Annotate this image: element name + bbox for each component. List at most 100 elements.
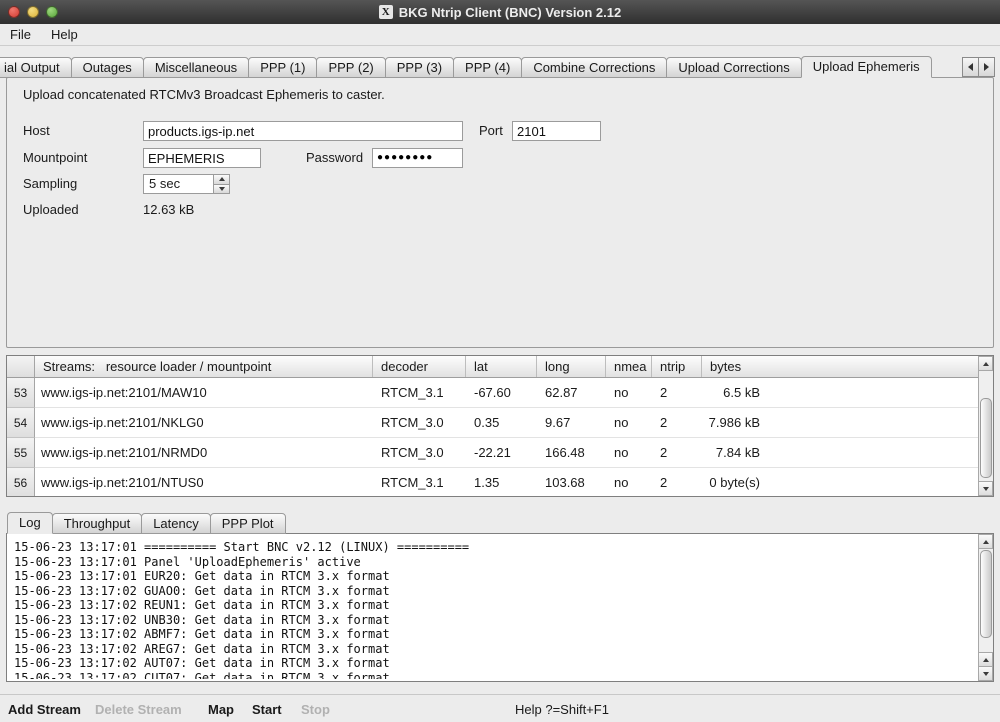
- cell-long: 62.87: [537, 378, 606, 407]
- tab-serial-output[interactable]: ial Output: [0, 57, 72, 78]
- start-button[interactable]: Start: [252, 702, 282, 717]
- chevron-right-icon: [984, 63, 989, 71]
- host-label: Host: [23, 121, 50, 141]
- header-decoder[interactable]: decoder: [373, 356, 466, 377]
- cell-mountpoint: www.igs-ip.net:2101/NRMD0: [35, 438, 373, 467]
- streams-table-inner: Streams: resource loader / mountpoint de…: [7, 356, 978, 496]
- scroll-down-button[interactable]: [979, 666, 993, 681]
- log-scrollbar[interactable]: [978, 534, 993, 681]
- menu-help[interactable]: Help: [41, 24, 88, 45]
- header-long[interactable]: long: [537, 356, 606, 377]
- log-line: 15-06-23 13:17:02 GUAO0: Get data in RTC…: [14, 584, 975, 599]
- upload-ephemeris-panel: Upload concatenated RTCMv3 Broadcast Eph…: [6, 77, 994, 348]
- cell-long: 9.67: [537, 408, 606, 437]
- tab-ppp-3[interactable]: PPP (3): [385, 57, 454, 78]
- log-line: 15-06-23 13:17:01 ========== Start BNC v…: [14, 540, 975, 555]
- window-title: BKG Ntrip Client (BNC) Version 2.12: [399, 5, 621, 20]
- log-line: 15-06-23 13:17:02 CUT07: Get data in RTC…: [14, 671, 975, 680]
- scroll-up-button-bottom[interactable]: [979, 652, 993, 667]
- row-number[interactable]: 54: [7, 408, 35, 438]
- row-number[interactable]: 55: [7, 438, 35, 468]
- scroll-up-icon: [983, 540, 989, 544]
- header-bytes[interactable]: bytes: [702, 356, 978, 377]
- cell-lat: 1.35: [466, 468, 537, 496]
- cell-decoder: RTCM_3.0: [373, 408, 466, 437]
- window-controls: [8, 6, 58, 18]
- scroll-up-button[interactable]: [979, 356, 993, 371]
- password-input[interactable]: ●●●●●●●●: [372, 148, 463, 168]
- window-title-area: X BKG Ntrip Client (BNC) Version 2.12: [379, 5, 621, 20]
- log-line: 15-06-23 13:17:02 AREG7: Get data in RTC…: [14, 642, 975, 657]
- cell-lat: 0.35: [466, 408, 537, 437]
- cell-decoder: RTCM_3.0: [373, 438, 466, 467]
- tab-ppp-plot[interactable]: PPP Plot: [210, 513, 286, 534]
- tab-scroll-right-button[interactable]: [978, 57, 995, 77]
- cell-bytes: 7.986 kB: [702, 408, 978, 437]
- chevron-left-icon: [968, 63, 973, 71]
- sampling-spinbox[interactable]: 5 sec: [143, 174, 230, 194]
- delete-stream-button: Delete Stream: [95, 702, 182, 717]
- header-nmea[interactable]: nmea: [606, 356, 652, 377]
- spin-down-button[interactable]: [213, 184, 230, 195]
- spin-down-icon: [219, 187, 225, 191]
- sampling-label: Sampling: [23, 174, 77, 194]
- log-line: 15-06-23 13:17:02 ABMF7: Get data in RTC…: [14, 627, 975, 642]
- tab-miscellaneous[interactable]: Miscellaneous: [143, 57, 249, 78]
- mountpoint-input[interactable]: [143, 148, 261, 168]
- tab-throughput[interactable]: Throughput: [52, 513, 143, 534]
- cell-ntrip: 2: [652, 438, 702, 467]
- table-row[interactable]: 55 www.igs-ip.net:2101/NRMD0 RTCM_3.0 -2…: [7, 438, 978, 468]
- scroll-up-icon: [983, 658, 989, 662]
- tab-upload-corrections[interactable]: Upload Corrections: [666, 57, 801, 78]
- tab-outages[interactable]: Outages: [71, 57, 144, 78]
- tab-ppp-1[interactable]: PPP (1): [248, 57, 317, 78]
- header-lat[interactable]: lat: [466, 356, 537, 377]
- host-input[interactable]: [143, 121, 463, 141]
- menu-file[interactable]: File: [0, 24, 41, 45]
- tab-upload-ephemeris[interactable]: Upload Ephemeris: [801, 56, 932, 78]
- header-streams[interactable]: Streams: resource loader / mountpoint: [35, 356, 373, 377]
- tab-log[interactable]: Log: [7, 512, 53, 534]
- close-button[interactable]: [8, 6, 20, 18]
- row-number[interactable]: 53: [7, 378, 35, 408]
- scroll-down-button[interactable]: [979, 481, 993, 496]
- log-line: 15-06-23 13:17:02 AUT07: Get data in RTC…: [14, 656, 975, 671]
- tab-combine-corrections[interactable]: Combine Corrections: [521, 57, 667, 78]
- scrollbar-thumb[interactable]: [980, 398, 992, 478]
- scrollbar-thumb[interactable]: [980, 550, 992, 638]
- row-number[interactable]: 56: [7, 468, 35, 496]
- menubar: File Help: [0, 24, 1000, 46]
- statusbar: Add Stream Delete Stream Map Start Stop …: [0, 694, 1000, 722]
- tab-ppp-4[interactable]: PPP (4): [453, 57, 522, 78]
- sampling-value[interactable]: 5 sec: [143, 174, 213, 194]
- tab-ppp-2[interactable]: PPP (2): [316, 57, 385, 78]
- cell-nmea: no: [606, 438, 652, 467]
- log-line: 15-06-23 13:17:02 UNB30: Get data in RTC…: [14, 613, 975, 628]
- help-shortcut-label: Help ?=Shift+F1: [515, 702, 609, 717]
- map-button[interactable]: Map: [208, 702, 234, 717]
- port-input[interactable]: [512, 121, 601, 141]
- streams-scrollbar[interactable]: [978, 356, 993, 496]
- spin-up-icon: [219, 177, 225, 181]
- header-corner-cell[interactable]: [7, 356, 35, 377]
- tab-latency[interactable]: Latency: [141, 513, 211, 534]
- table-row[interactable]: 54 www.igs-ip.net:2101/NKLG0 RTCM_3.0 0.…: [7, 408, 978, 438]
- bytes-value: 7.986 kB: [702, 415, 760, 430]
- log-line: 15-06-23 13:17:01 Panel 'UploadEphemeris…: [14, 555, 975, 570]
- tab-scroll-left-button[interactable]: [962, 57, 979, 77]
- header-ntrip[interactable]: ntrip: [652, 356, 702, 377]
- table-row[interactable]: 53 www.igs-ip.net:2101/MAW10 RTCM_3.1 -6…: [7, 378, 978, 408]
- cell-nmea: no: [606, 468, 652, 496]
- config-tabbar: ial Output Outages Miscellaneous PPP (1)…: [0, 56, 1000, 78]
- uploaded-label: Uploaded: [23, 200, 79, 220]
- log-line: 15-06-23 13:17:02 REUN1: Get data in RTC…: [14, 598, 975, 613]
- cell-mountpoint: www.igs-ip.net:2101/NTUS0: [35, 468, 373, 496]
- scroll-up-button[interactable]: [979, 534, 993, 549]
- port-label: Port: [479, 121, 503, 141]
- log-line: 15-06-23 13:17:01 EUR20: Get data in RTC…: [14, 569, 975, 584]
- minimize-button[interactable]: [27, 6, 39, 18]
- add-stream-button[interactable]: Add Stream: [8, 702, 81, 717]
- output-tabbar: Log Throughput Latency PPP Plot: [8, 512, 286, 534]
- table-row[interactable]: 56 www.igs-ip.net:2101/NTUS0 RTCM_3.1 1.…: [7, 468, 978, 496]
- zoom-button[interactable]: [46, 6, 58, 18]
